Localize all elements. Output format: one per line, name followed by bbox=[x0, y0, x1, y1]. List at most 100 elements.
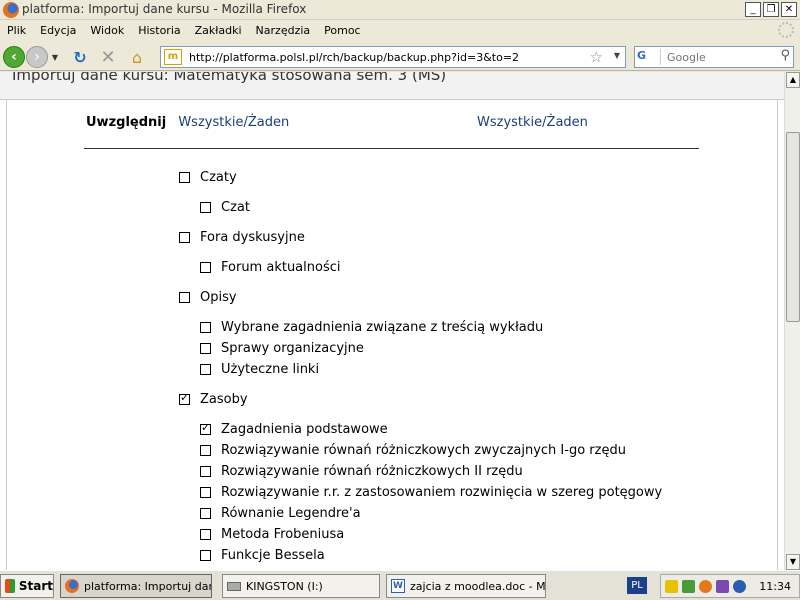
taskbar-item-label: zajcia z moodlea.doc - Mi... bbox=[410, 579, 546, 593]
menu-bar: Plik Edycja Widok Historia Zakładki Narz… bbox=[0, 20, 800, 41]
taskbar-item-label: KINGSTON (I:) bbox=[246, 579, 323, 593]
title-bar: platforma: Importuj dane kursu - Mozilla… bbox=[0, 0, 800, 20]
instance-item[interactable]: Sprawy organizacyjne bbox=[200, 341, 364, 356]
checkbox[interactable] bbox=[179, 172, 190, 183]
windows-logo-icon bbox=[5, 579, 15, 593]
select-none-link[interactable]: Żaden bbox=[248, 115, 289, 130]
home-button[interactable]: ⌂ bbox=[127, 46, 147, 68]
search-input[interactable] bbox=[667, 49, 767, 65]
instance-item[interactable]: Wybrane zagadnienia związane z treścią w… bbox=[200, 320, 543, 335]
select-none-userdata-link[interactable]: Żaden bbox=[547, 115, 588, 130]
navigation-toolbar: ‹ › ▼ ↻ ✕ ⌂ m http://platforma.polsl.pl/… bbox=[0, 41, 800, 71]
taskbar-item-drive[interactable]: KINGSTON (I:) bbox=[222, 574, 380, 598]
url-bar[interactable]: m http://platforma.polsl.pl/rch/backup/b… bbox=[160, 46, 626, 68]
checkbox[interactable] bbox=[200, 508, 211, 519]
scroll-up-button[interactable]: ▲ bbox=[786, 72, 800, 88]
checkbox[interactable] bbox=[200, 262, 211, 273]
checkbox[interactable] bbox=[200, 343, 211, 354]
module-item[interactable]: Czaty bbox=[179, 170, 237, 185]
forward-button[interactable]: › bbox=[26, 46, 48, 68]
checkbox-checked[interactable] bbox=[179, 391, 190, 405]
checkbox[interactable] bbox=[200, 202, 211, 213]
module-item[interactable]: Zasoby bbox=[179, 391, 248, 407]
checkbox[interactable] bbox=[200, 487, 211, 498]
checkbox[interactable] bbox=[200, 466, 211, 477]
reload-button[interactable]: ↻ bbox=[70, 46, 90, 68]
stop-button[interactable]: ✕ bbox=[98, 46, 118, 68]
taskbar: Start platforma: Importuj dan... KINGSTO… bbox=[0, 570, 800, 600]
language-indicator[interactable]: PL bbox=[627, 577, 647, 594]
instance-label: Czat bbox=[221, 200, 250, 215]
home-icon: ⌂ bbox=[131, 47, 143, 67]
scroll-thumb[interactable] bbox=[786, 132, 800, 322]
module-item[interactable]: Fora dyskusyjne bbox=[179, 230, 305, 245]
checkbox[interactable] bbox=[200, 364, 211, 375]
scroll-down-button[interactable]: ▼ bbox=[786, 554, 800, 570]
maximize-button[interactable]: ❐ bbox=[763, 2, 779, 17]
back-button[interactable]: ‹ bbox=[3, 46, 25, 68]
instance-label: Użyteczne linki bbox=[221, 362, 320, 377]
menu-plik[interactable]: Plik bbox=[0, 24, 33, 37]
module-item[interactable]: Opisy bbox=[179, 290, 237, 305]
page-title: Importuj dane kursu: Matematyka stosowan… bbox=[12, 72, 447, 84]
start-button[interactable]: Start bbox=[0, 574, 54, 598]
instance-item[interactable]: Forum aktualności bbox=[200, 260, 340, 275]
checkbox-checked[interactable] bbox=[200, 421, 211, 435]
menu-widok[interactable]: Widok bbox=[83, 24, 131, 37]
checkbox[interactable] bbox=[179, 232, 190, 243]
taskbar-item-label: platforma: Importuj dan... bbox=[84, 579, 212, 593]
tray-app-icon[interactable] bbox=[665, 579, 678, 593]
arrow-left-icon: ‹ bbox=[11, 49, 17, 65]
tray-network-icon[interactable] bbox=[682, 579, 695, 593]
url-text[interactable]: http://platforma.polsl.pl/rch/backup/bac… bbox=[189, 51, 519, 64]
url-dropdown-icon[interactable]: ▼ bbox=[614, 51, 620, 60]
tray-sun-icon[interactable] bbox=[699, 579, 712, 593]
checkbox[interactable] bbox=[200, 322, 211, 333]
checkbox[interactable] bbox=[200, 529, 211, 540]
instance-item[interactable]: Rozwiązywanie równań różniczkowych zwycz… bbox=[200, 443, 626, 458]
tray-device-icon[interactable] bbox=[716, 579, 729, 593]
include-row-userdata: Wszystkie/Żaden bbox=[477, 115, 588, 130]
instance-label: Metoda Frobeniusa bbox=[221, 527, 345, 542]
search-bar[interactable]: G ⚲ bbox=[634, 46, 794, 68]
search-go-icon[interactable]: ⚲ bbox=[780, 48, 790, 63]
instance-item[interactable]: Użyteczne linki bbox=[200, 362, 319, 377]
instance-item[interactable]: Metoda Frobeniusa bbox=[200, 527, 344, 542]
instance-item[interactable]: Zagadnienia podstawowe bbox=[200, 421, 388, 437]
vertical-scrollbar[interactable]: ▲ ▼ bbox=[784, 72, 800, 570]
instance-item[interactable]: Rozwiązywanie równań różniczkowych II rz… bbox=[200, 464, 523, 479]
instance-item[interactable]: Rozwiązywanie r.r. z zastosowaniem rozwi… bbox=[200, 485, 662, 500]
select-all-userdata-link[interactable]: Wszystkie bbox=[477, 115, 542, 130]
instance-label: Wybrane zagadnienia związane z treścią w… bbox=[221, 320, 544, 335]
taskbar-item-word[interactable]: W zajcia z moodlea.doc - Mi... bbox=[386, 574, 546, 598]
search-engine-icon[interactable]: G bbox=[637, 49, 661, 65]
instance-item[interactable]: Czat bbox=[200, 200, 250, 215]
menu-edycja[interactable]: Edycja bbox=[33, 24, 83, 37]
instance-label: Zagadnienia podstawowe bbox=[221, 422, 388, 437]
tray-antivirus-icon[interactable] bbox=[733, 579, 746, 593]
history-dropdown-button[interactable]: ▼ bbox=[50, 46, 60, 68]
menu-pomoc[interactable]: Pomoc bbox=[317, 24, 367, 37]
menu-zakladki[interactable]: Zakładki bbox=[188, 24, 249, 37]
instance-label: Rozwiązywanie równań różniczkowych zwycz… bbox=[221, 443, 626, 458]
divider bbox=[84, 148, 699, 149]
checkbox[interactable] bbox=[200, 550, 211, 561]
checkbox[interactable] bbox=[179, 292, 190, 303]
select-all-link[interactable]: Wszystkie bbox=[178, 115, 243, 130]
word-document-icon: W bbox=[391, 579, 405, 593]
taskbar-item-firefox[interactable]: platforma: Importuj dan... bbox=[60, 574, 212, 598]
bookmark-star-icon[interactable]: ☆ bbox=[590, 48, 603, 66]
module-label: Fora dyskusyjne bbox=[200, 230, 305, 245]
close-button[interactable]: ✕ bbox=[781, 2, 797, 17]
menu-historia[interactable]: Historia bbox=[131, 24, 187, 37]
instance-item[interactable]: Funkcje Bessela bbox=[200, 548, 325, 563]
checkbox[interactable] bbox=[200, 445, 211, 456]
minimize-button[interactable]: _ bbox=[745, 2, 761, 17]
page-heading-strip: Importuj dane kursu: Matematyka stosowan… bbox=[0, 72, 784, 100]
stop-icon: ✕ bbox=[100, 46, 116, 68]
instance-item[interactable]: Równanie Legendre'a bbox=[200, 506, 361, 521]
menu-narzedzia[interactable]: Narzędzia bbox=[249, 24, 318, 37]
firefox-icon bbox=[3, 2, 19, 18]
clock: 11:34 bbox=[759, 580, 791, 593]
instance-label: Funkcje Bessela bbox=[221, 548, 325, 563]
